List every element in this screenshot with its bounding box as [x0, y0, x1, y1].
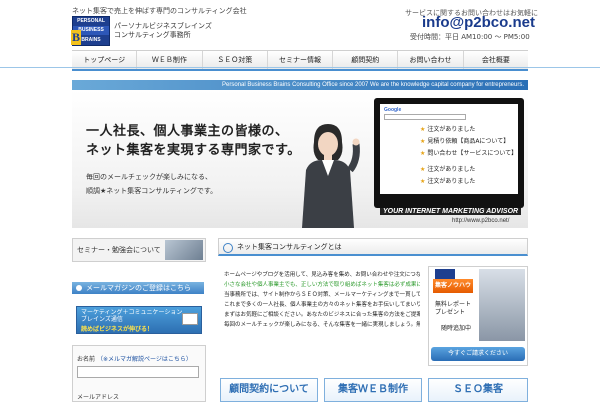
free-report-ad[interactable]: 集客ノウハウ 無料レポート プレゼント 随時追加中 今すぐご請求ください [428, 266, 528, 366]
screen-row-label: 問い合わせ【サービスについて】 [427, 150, 518, 157]
ad-text-line-1: 無料レポート [435, 301, 472, 308]
ad-text-line-2: プレゼント [435, 309, 466, 316]
ad-photo [479, 269, 525, 341]
banner-strip: Personal Business Brains Consulting Offi… [72, 80, 528, 90]
seminar-thumbnail [165, 240, 203, 260]
name-label: お名前 [77, 356, 96, 363]
body-paragraph-line-highlight: 小さな会社や個人事業主でも、正しい方法で取り組めばネット集客は必ず成果につながり… [224, 282, 420, 288]
body-paragraph-line: まずはお気軽にご相談ください。あなたのビジネスに合った集客の方法をご提案いたしま… [224, 312, 420, 318]
body-paragraph-line: これまで多くの一人社長、個人事業主の方々のネット集客をお手伝いしてまいりました。 [224, 302, 420, 308]
header-tagline: ネット集客で売上を伸ばす専門のコンサルティング会社 [72, 7, 247, 15]
body-paragraph-line: 毎回のメールチェックが楽しみになる、そんな集客を一緒に実現しましょう。無料相談も… [224, 322, 420, 328]
newsletter-banner-tagline: 読めばビジネスが伸びる！ [81, 326, 154, 333]
section-heading: ネット集客コンサルティングとは [218, 238, 528, 256]
divider-line [0, 67, 600, 68]
logo-caption-line-2: コンサルティング事務所 [114, 31, 191, 39]
seminar-link-label: セミナー・勉強会について [77, 246, 161, 254]
newsletter-form: お名前 （※メルマガ解説ページはこちら） メールアドレス [72, 345, 206, 402]
star-icon: ★ [420, 138, 426, 145]
envelope-icon [182, 313, 198, 325]
monitor-screen: Google ★ 注文がありました ★ 見積り依頼【商品Aについて】 ★ 問い合… [380, 104, 518, 194]
logo-line-1: PERSONAL [73, 17, 109, 26]
body-paragraph-line: ホームページやブログを活用して、見込み客を集め、お問い合わせや注文につなげるため… [224, 272, 420, 278]
hero-headline-2: ネット集客を実現する専門家です。 [86, 143, 301, 158]
card-seo[interactable]: ＳＥＯ集客 [428, 378, 528, 402]
bullet-circle-icon [223, 243, 233, 253]
logo-letter: B [71, 30, 81, 45]
company-logo[interactable]: PERSONAL BUSINESS BRAINS B [71, 16, 110, 46]
card-advisory[interactable]: 顧問契約について [220, 378, 318, 402]
newsletter-heading: メールマガジンのご登録はこちら [72, 282, 204, 294]
ad-text: 無料レポート プレゼント [435, 301, 471, 317]
request-report-button[interactable]: 今すぐご請求ください [431, 347, 525, 361]
body-paragraph-line: 当事務所では、サイト制作からＳＥＯ対策、メールマーケティングまで一貫してサポート… [224, 292, 420, 298]
screen-google-logo: Google [384, 107, 402, 113]
screen-row: ★ 問い合わせ【サービスについて】 [420, 148, 517, 157]
screen-row-label: 注文がありました [427, 178, 476, 185]
section-heading-title: ネット集客コンサルティングとは [237, 243, 342, 251]
seminar-link[interactable]: セミナー・勉強会について [72, 238, 206, 262]
hero-subtext-2: 順調★ネット集客コンサルティングです。 [86, 187, 218, 195]
screen-row: ★ 注文がありました [420, 176, 475, 185]
newsletter-banner[interactable]: マーケティング＋コミュニケーション ブレインズ通信 読めばビジネスが伸びる！ [76, 306, 202, 334]
card-web-production[interactable]: 集客ＷＥＢ制作 [324, 378, 422, 402]
newsletter-banner-line-1: マーケティング＋コミュニケーション [81, 309, 183, 316]
monitor-image: Google ★ 注文がありました ★ 見積り依頼【商品Aについて】 ★ 問い合… [374, 98, 524, 208]
screen-row: ★ 注文がありました [420, 164, 475, 173]
logo-caption-line-1: パーソナルビジネスブレインズ [114, 22, 212, 30]
name-field-label: お名前 （※メルマガ解説ページはこちら） [77, 354, 192, 363]
hero-url: http://www.p2bco.net/ [452, 218, 510, 224]
ad-badge: 集客ノウハウ [433, 279, 473, 293]
newsletter-info-link[interactable]: （※メルマガ解説ページはこちら） [97, 356, 192, 363]
screen-row: ★ 注文がありました [420, 124, 475, 133]
hero-headline-1: 一人社長、個人事業主の皆様の、 [86, 124, 289, 139]
star-icon: ★ [420, 126, 426, 133]
star-icon: ★ [420, 178, 426, 185]
businesswoman-image [302, 124, 360, 228]
newsletter-banner-line-2: ブレインズ通信 [81, 316, 123, 323]
screen-row-label: 見積り依頼【商品Aについて】 [427, 138, 510, 145]
name-input[interactable] [77, 366, 199, 378]
ad-note: 随時追加中 [441, 325, 472, 332]
star-icon: ★ [420, 166, 426, 173]
contact-email-link[interactable]: info@p2bco.net [422, 14, 535, 31]
hero-banner: 一人社長、個人事業主の皆様の、 ネット集客を実現する専門家です。 毎回のメールチ… [72, 90, 528, 228]
star-icon: ★ [420, 150, 426, 157]
screen-search-bar [384, 114, 466, 120]
newsletter-banner-title: マーケティング＋コミュニケーション ブレインズ通信 [81, 309, 182, 323]
screen-row: ★ 見積り依頼【商品Aについて】 [420, 136, 509, 145]
hero-subtext-1: 毎回のメールチェックが楽しみになる、 [86, 173, 212, 181]
ad-logo [435, 269, 455, 279]
logo-caption: パーソナルビジネスブレインズ コンサルティング事務所 [114, 22, 212, 40]
hero-caption: YOUR INTERNET MARKETING ADVISOR [380, 208, 522, 215]
screen-row-label: 注文がありました [427, 166, 476, 173]
screen-row-label: 注文がありました [427, 126, 476, 133]
business-hours: 受付時間：平日 AM10:00 〜 PM5:00 [410, 33, 530, 41]
